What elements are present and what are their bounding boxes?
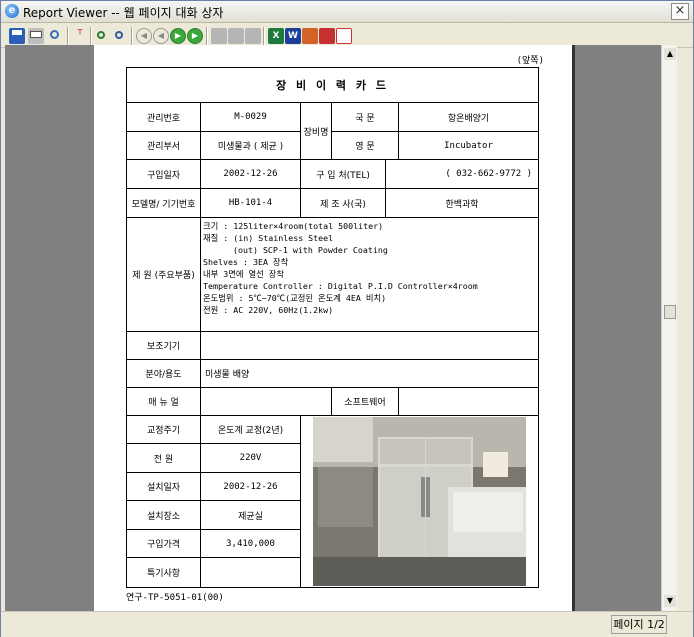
card-title: 장 비 이 력 카 드 xyxy=(125,67,540,103)
save-icon[interactable] xyxy=(9,28,25,44)
location-value: 제균실 xyxy=(200,500,301,530)
excel-icon[interactable]: X xyxy=(268,28,284,44)
english-label: 영 문 xyxy=(331,131,399,160)
calib-label: 교정주기 xyxy=(126,414,201,445)
aux-value xyxy=(199,331,540,360)
page-indicator: 페이지 1/2 xyxy=(611,615,667,634)
import-icon[interactable] xyxy=(228,28,244,44)
close-button[interactable]: × xyxy=(671,3,689,20)
spec-line: Shelves : 3EA 장착 xyxy=(203,257,289,267)
word-icon[interactable]: W xyxy=(285,28,301,44)
first-page-icon[interactable]: ◀ xyxy=(136,28,152,44)
english-name-value: Incubator xyxy=(397,131,540,160)
report-viewer-window: e Report Viewer -- 웹 페이지 대화 상자 × ᵀ ◀ ◀ ▶… xyxy=(0,0,694,637)
korean-label: 국 문 xyxy=(331,102,399,132)
next-page-icon[interactable]: ▶ xyxy=(170,28,186,44)
purchase-date-value: 2002-12-26 xyxy=(200,159,301,189)
location-label: 설치장소 xyxy=(126,500,201,530)
prev-page-icon[interactable]: ◀ xyxy=(153,28,169,44)
power-value: 220V xyxy=(200,443,301,473)
filter-icon[interactable]: ᵀ xyxy=(72,28,88,44)
report-page: (앞쪽) 장 비 이 력 카 드 관리번호 M-0029 장비명 국 문 항온배… xyxy=(94,45,572,611)
purchase-date-label: 구입일자 xyxy=(126,159,201,189)
ie-icon: e xyxy=(5,4,19,18)
toolbar-separator xyxy=(90,27,92,45)
software-value xyxy=(397,387,540,416)
spec-value: 크기 : 125liter×4room(total 500liter) 재질 :… xyxy=(199,217,540,332)
spec-line: 전원 : AC 220V, 60Hz(1.2kw) xyxy=(203,305,334,315)
window-title: Report Viewer -- 웹 페이지 대화 상자 xyxy=(23,6,224,20)
model-value: HB-101-4 xyxy=(200,188,301,218)
notes-label: 특기사항 xyxy=(126,557,201,588)
spec-label: 제 원 (주요부품) xyxy=(126,217,201,332)
equip-name-label: 장비명 xyxy=(300,102,332,160)
toolbar-separator xyxy=(263,27,265,45)
mgmt-no-value: M-0029 xyxy=(200,102,301,132)
aux-label: 보조기기 xyxy=(126,331,201,360)
mail-icon[interactable] xyxy=(319,28,335,44)
incubator-photo xyxy=(313,417,527,586)
form-number: 연구-TP-5051-01(00) xyxy=(126,593,224,603)
toolbar-separator xyxy=(131,27,133,45)
spec-line: (out) SCP-1 with Powder Coating xyxy=(203,245,388,255)
scroll-thumb[interactable] xyxy=(664,305,676,319)
manual-value xyxy=(200,387,332,416)
spec-line: 크기 : 125liter×4room(total 500liter) xyxy=(203,221,384,231)
print-icon[interactable] xyxy=(28,28,44,44)
install-date-label: 설치일자 xyxy=(126,471,201,502)
maker-value: 한백과학 xyxy=(384,188,540,218)
export-icon[interactable] xyxy=(211,28,227,44)
find-next-icon[interactable] xyxy=(112,28,128,44)
refresh-icon[interactable] xyxy=(245,28,261,44)
scroll-up-icon[interactable]: ▲ xyxy=(664,48,676,60)
calib-value: 온도계 교정(2년) xyxy=(200,414,301,445)
scroll-down-icon[interactable]: ▼ xyxy=(664,595,676,607)
pdf-icon[interactable] xyxy=(336,28,352,44)
toolbar-separator xyxy=(67,27,69,45)
spec-line: Temperature Controller : Digital P.I.D C… xyxy=(203,281,478,291)
report-viewport: (앞쪽) 장 비 이 력 카 드 관리번호 M-0029 장비명 국 문 항온배… xyxy=(5,45,661,611)
spec-line: 재질 : (in) Stainless Steel xyxy=(203,233,334,243)
photo-cell xyxy=(299,415,540,588)
last-page-icon[interactable]: ▶ xyxy=(187,28,203,44)
spec-line: 내부 3면에 열선 장착 xyxy=(203,269,285,279)
mgmt-no-label: 관리번호 xyxy=(126,102,201,132)
price-value: 3,410,000 xyxy=(200,528,301,559)
price-label: 구입가격 xyxy=(126,528,201,559)
field-value: 미생물 배양 xyxy=(199,359,540,388)
title-bar: e Report Viewer -- 웹 페이지 대화 상자 × xyxy=(1,1,693,23)
power-label: 전 원 xyxy=(126,443,201,473)
maker-label: 제 조 사(국) xyxy=(300,188,386,218)
vertical-scrollbar[interactable]: ▲ ▼ xyxy=(661,45,677,611)
equipment-history-card: 장 비 이 력 카 드 관리번호 M-0029 장비명 국 문 항온배양기 관리… xyxy=(125,67,540,588)
notes-value xyxy=(200,557,301,588)
korean-name-value: 항온배양기 xyxy=(397,102,540,132)
ppt-icon[interactable] xyxy=(302,28,318,44)
spec-line: 온도범위 : 5℃~70℃(교정된 온도계 4EA 비치) xyxy=(203,293,387,303)
status-bar: 페이지 1/2 xyxy=(1,611,693,637)
manual-label: 매 뉴 얼 xyxy=(126,387,201,416)
dept-value: 미생물과 ( 제균 ) xyxy=(200,131,301,160)
install-date-value: 2002-12-26 xyxy=(200,471,301,502)
software-label: 소프트웨어 xyxy=(331,387,399,416)
field-label: 분야/용도 xyxy=(126,359,201,388)
vendor-tel-value: ( 032-662-9772 ) xyxy=(384,159,540,189)
model-label: 모델명/ 기기번호 xyxy=(126,188,201,218)
vendor-label: 구 입 처(TEL) xyxy=(300,159,386,189)
find-icon[interactable] xyxy=(94,28,110,44)
toolbar-separator xyxy=(206,27,208,45)
search-icon[interactable] xyxy=(48,28,64,44)
dept-label: 관리부서 xyxy=(126,131,201,160)
cover-label: (앞쪽) xyxy=(516,56,544,66)
